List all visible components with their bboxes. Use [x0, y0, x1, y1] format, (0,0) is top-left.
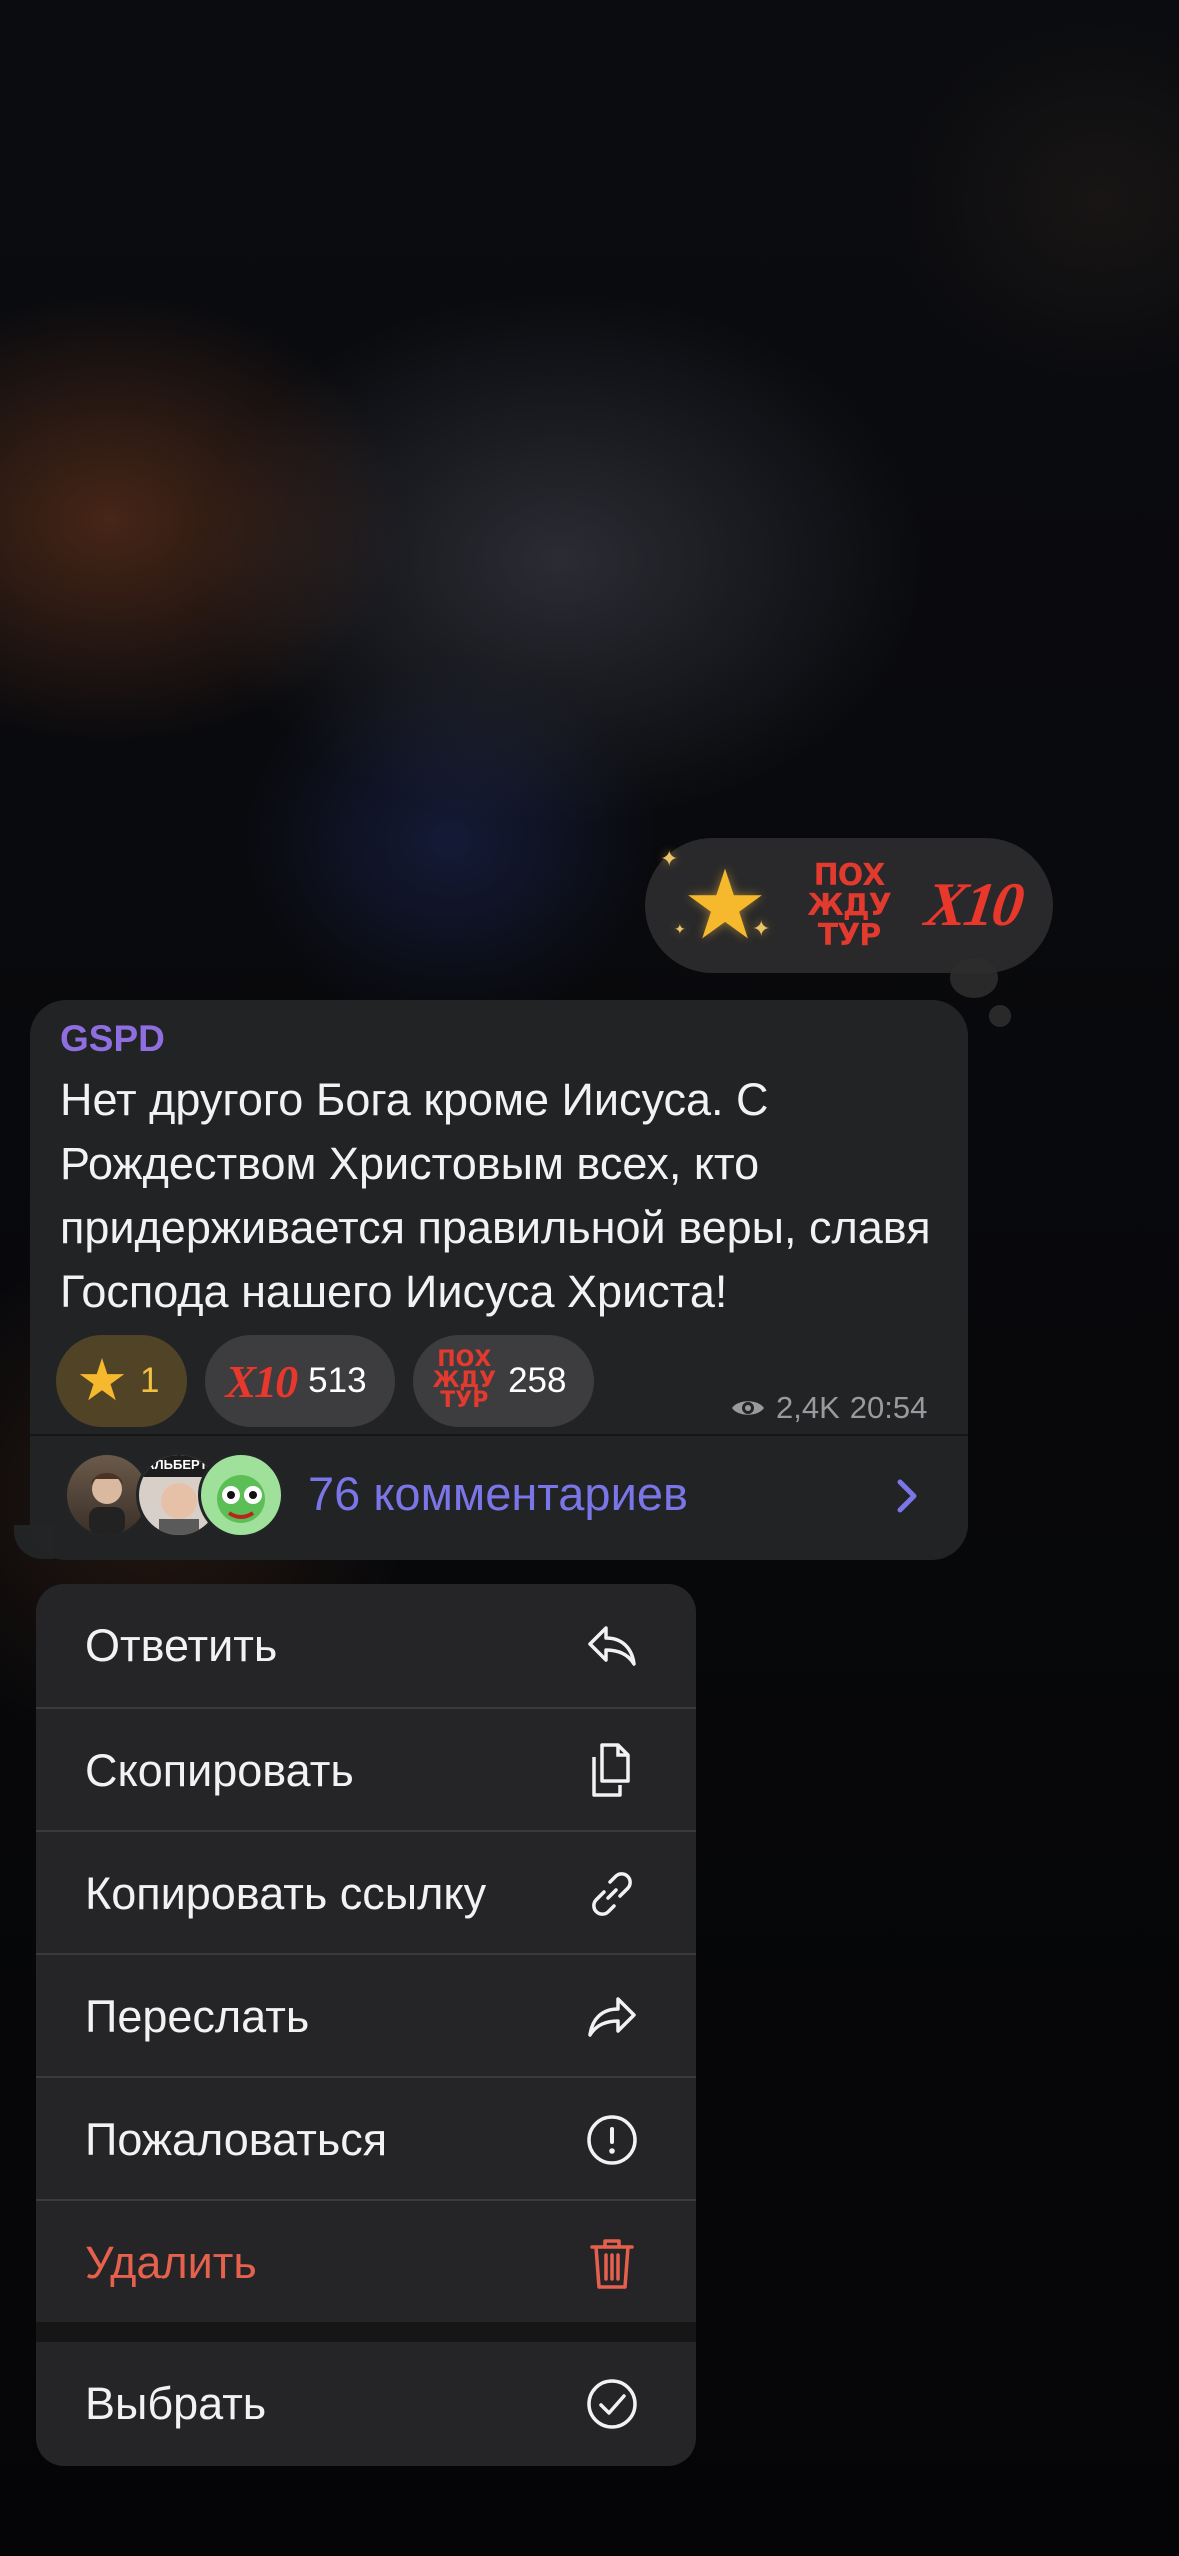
menu-group-gap [36, 2322, 696, 2342]
menu-item-forward[interactable]: Переслать [36, 1955, 696, 2078]
menu-item-select[interactable]: Выбрать [36, 2342, 696, 2465]
menu-item-reply[interactable]: Ответить [36, 1584, 696, 1707]
menu-item-label: Выбрать [85, 2377, 267, 2429]
message-text: Нет другого Бога кроме Иисуса. С Рождест… [60, 1074, 931, 1317]
picker-bubble-dot [989, 1005, 1011, 1027]
comments-count-label[interactable]: 76 комментариев [308, 1466, 688, 1521]
reaction-count: 258 [508, 1361, 567, 1400]
sticker-line: ПОХ [813, 857, 886, 893]
context-menu: Ответить Скопировать Копировать ссылку П… [36, 1584, 696, 2466]
x10-sticker: X10 [921, 871, 1026, 939]
menu-item-delete[interactable]: Удалить [36, 2201, 696, 2324]
menu-item-label: Копировать ссылку [85, 1867, 487, 1919]
x10-sticker: X10 [225, 1355, 298, 1407]
sticker-line: ТУР [817, 917, 882, 953]
reaction-option-x10[interactable]: X10 [918, 851, 1028, 961]
menu-item-label: Скопировать [85, 1744, 354, 1796]
star-icon: ★ [76, 1348, 128, 1413]
reaction-count: 1 [140, 1361, 160, 1400]
report-icon [587, 2114, 637, 2165]
reactions-row: ★ 1 X10 513 ПОХ ЖДУ ТУР 258 [56, 1335, 595, 1427]
reaction-option-star[interactable]: ★ ✦ ✦ ✦ [659, 845, 780, 961]
sticker-line: ЖДУ [807, 887, 892, 923]
avatar [198, 1452, 284, 1538]
reply-icon [588, 1625, 636, 1666]
picker-bubble-dot [950, 958, 998, 998]
menu-item-report[interactable]: Пожаловаться [36, 2078, 696, 2201]
reaction-picker: ★ ✦ ✦ ✦ ПОХ ЖДУ ТУР X10 [645, 838, 1053, 973]
avatar-caption: АЛЬБЕРТ [145, 1457, 208, 1472]
menu-item-label: Пожаловаться [85, 2113, 388, 2165]
reaction-count: 513 [308, 1361, 367, 1400]
view-count: 2,4K [776, 1390, 840, 1425]
menu-item-label: Ответить [85, 1619, 278, 1671]
sticker-line: ТУР [440, 1388, 489, 1414]
menu-item-copy[interactable]: Скопировать [36, 1709, 696, 1832]
copy-icon [592, 1742, 630, 1797]
sparkle-icon: ✦ [673, 920, 686, 937]
link-icon [592, 1871, 632, 1916]
menu-item-label: Удалить [85, 2236, 257, 2288]
reaction-option-pokh-zhdu-tur[interactable]: ПОХ ЖДУ ТУР [794, 851, 904, 961]
sparkle-icon: ✦ [751, 915, 771, 941]
sender-name[interactable]: GSPD [60, 1018, 165, 1060]
pokh-zhdu-tur-sticker: ПОХ ЖДУ ТУР [433, 1348, 497, 1414]
trash-icon [590, 2238, 634, 2289]
pokh-zhdu-tur-sticker: ПОХ ЖДУ ТУР [807, 857, 892, 953]
reaction-pokh-zhdu-tur[interactable]: ПОХ ЖДУ ТУР 258 [412, 1335, 595, 1427]
star-icon: ★ ✦ ✦ ✦ [659, 845, 771, 959]
reaction-x10[interactable]: X10 513 [205, 1335, 395, 1427]
menu-item-copy-link[interactable]: Копировать ссылку [36, 1832, 696, 1955]
forward-icon [588, 1996, 636, 2037]
check-circle-icon [587, 2378, 637, 2429]
chevron-right-icon[interactable] [892, 1474, 922, 1518]
reaction-star[interactable]: ★ 1 [56, 1335, 188, 1427]
message-time: 20:54 [849, 1390, 928, 1425]
sparkle-icon: ✦ [659, 845, 679, 871]
message-meta: 2,4K 20:54 [730, 1390, 927, 1426]
eye-icon [732, 1401, 764, 1415]
menu-item-label: Переслать [85, 1990, 310, 2042]
